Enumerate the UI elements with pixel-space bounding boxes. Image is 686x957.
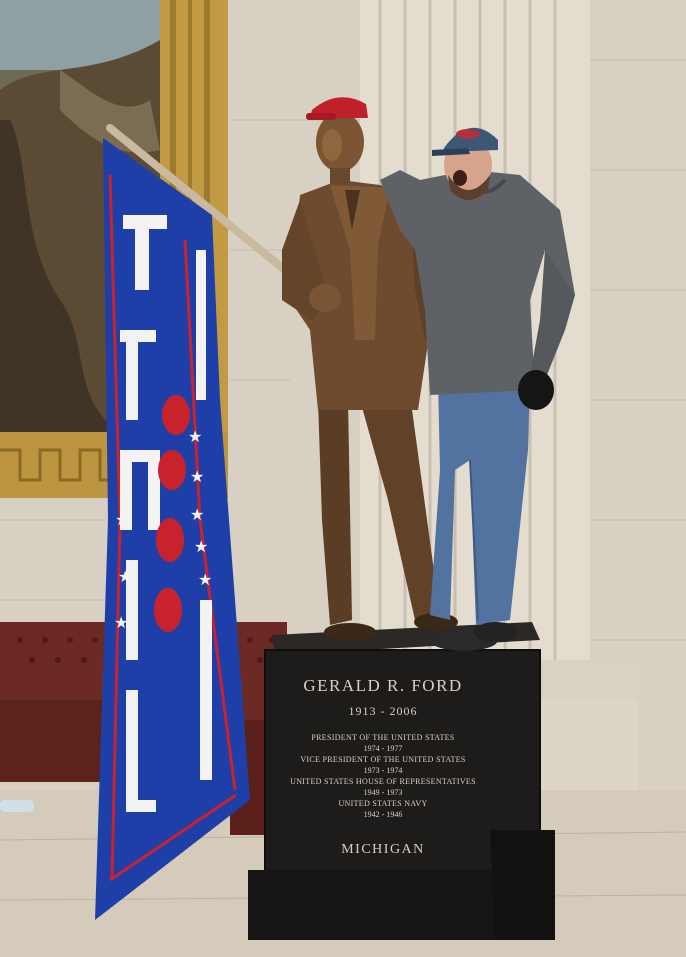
svg-text:★: ★ (188, 427, 202, 446)
office-entry: VICE PRESIDENT OF THE UNITED STATES 1973… (268, 755, 498, 776)
svg-text:★: ★ (198, 570, 212, 589)
office-role: PRESIDENT OF THE UNITED STATES (311, 733, 455, 742)
office-span: 1974 - 1977 (363, 744, 403, 753)
statue-name: GERALD R. FORD (303, 676, 463, 695)
office-role: UNITED STATES NAVY (338, 799, 428, 808)
life-years: 1913 - 2006 (348, 704, 418, 718)
state-name: MICHIGAN (341, 842, 425, 857)
svg-text:★: ★ (118, 567, 132, 586)
office-entry: PRESIDENT OF THE UNITED STATES 1974 - 19… (268, 733, 498, 754)
office-role: VICE PRESIDENT OF THE UNITED STATES (300, 755, 466, 764)
office-span: 1973 - 1974 (363, 766, 403, 775)
photo-scene: ★ ★ ★ ★ ★ ★ ★ ★ GERALD R. FORD 1913 - 20… (0, 0, 686, 957)
offices-list: PRESIDENT OF THE UNITED STATES 1974 - 19… (268, 733, 498, 820)
pedestal-inscription: GERALD R. FORD 1913 - 2006 PRESIDENT OF … (268, 662, 498, 858)
svg-text:★: ★ (190, 505, 204, 524)
office-entry: UNITED STATES NAVY 1942 - 1946 (268, 799, 498, 820)
svg-text:★: ★ (194, 537, 208, 556)
svg-text:★: ★ (190, 467, 204, 486)
water-bottle (0, 800, 34, 812)
office-entry: UNITED STATES HOUSE OF REPRESENTATIVES 1… (268, 777, 498, 798)
office-role: UNITED STATES HOUSE OF REPRESENTATIVES (290, 777, 476, 786)
office-span: 1949 - 1973 (363, 788, 403, 797)
svg-text:★: ★ (114, 613, 128, 632)
svg-text:★: ★ (115, 510, 129, 529)
office-span: 1942 - 1946 (363, 810, 403, 819)
